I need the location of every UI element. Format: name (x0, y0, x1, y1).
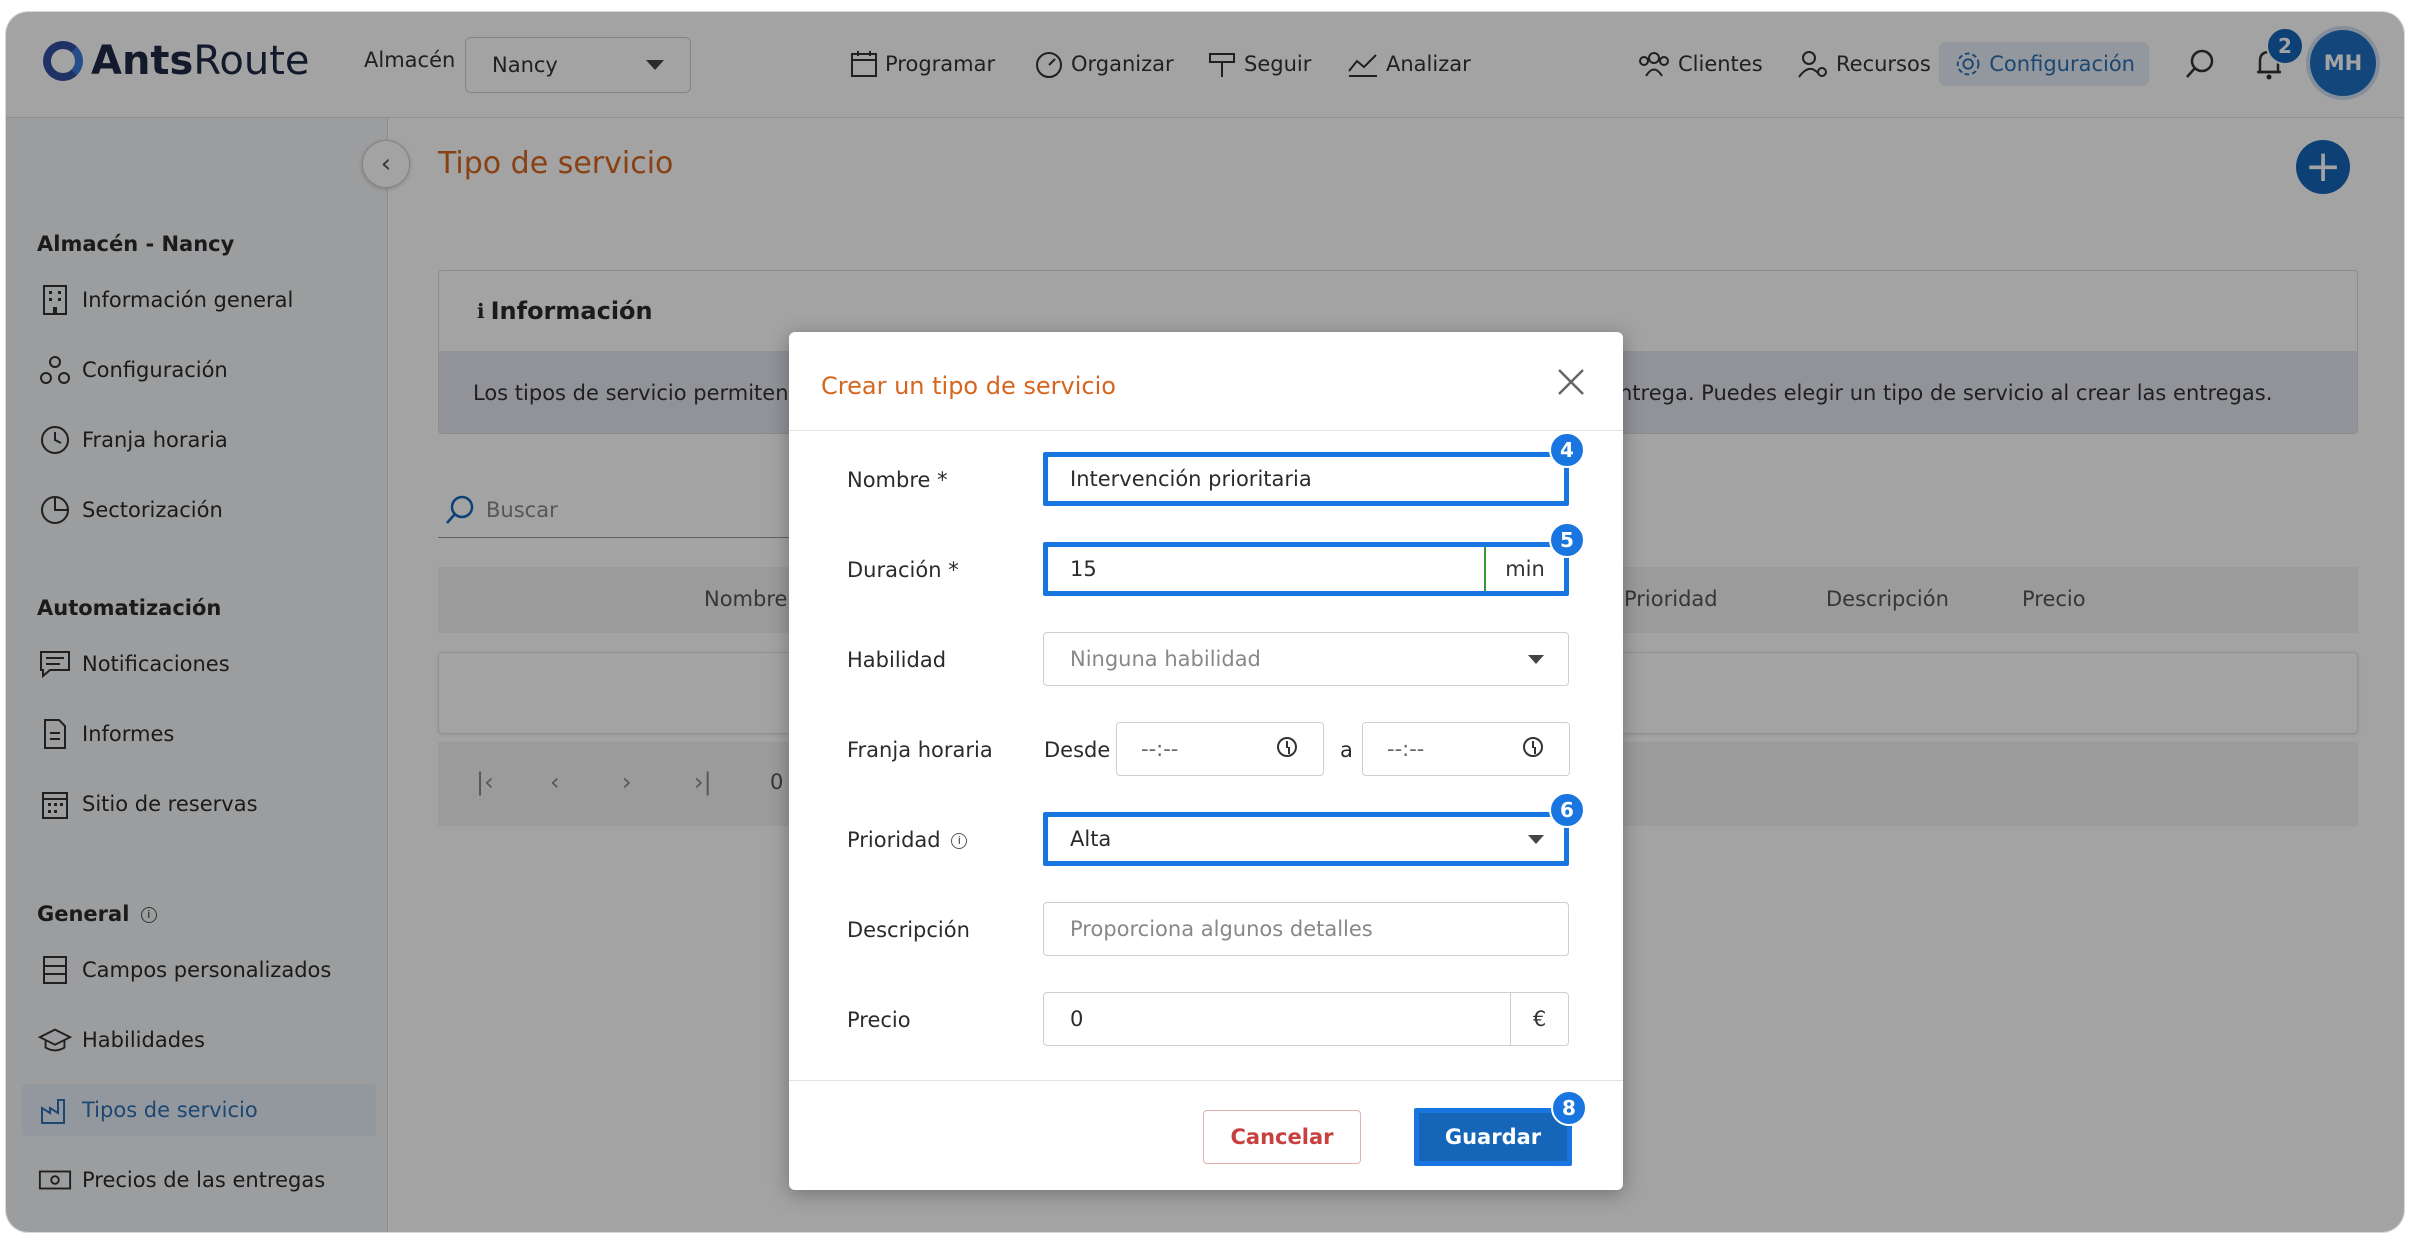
duration-label: Duración * (847, 558, 959, 582)
to-time-input[interactable]: --:-- (1362, 722, 1570, 776)
from-time-input[interactable]: --:-- (1116, 722, 1324, 776)
chevron-down-icon (1528, 835, 1544, 844)
price-label: Precio (847, 1008, 911, 1032)
app-window: Ants Route Almacén Nancy Programar Organ… (6, 12, 2404, 1232)
info-circle-icon[interactable]: i (951, 833, 968, 849)
priority-select[interactable]: Alta (1043, 812, 1569, 866)
skill-label: Habilidad (847, 648, 947, 672)
price-input[interactable]: 0 € (1043, 992, 1569, 1046)
step-badge-4: 4 (1549, 432, 1585, 468)
from-time-value: --:-- (1141, 737, 1179, 761)
step-badge-8: 8 (1551, 1090, 1587, 1126)
close-icon[interactable] (1549, 360, 1593, 404)
price-input-value: 0 (1070, 1007, 1084, 1031)
duration-unit: min (1484, 547, 1564, 591)
cancel-button[interactable]: Cancelar (1203, 1110, 1361, 1164)
skill-select[interactable]: Ninguna habilidad (1043, 632, 1569, 686)
skill-select-value: Ninguna habilidad (1070, 647, 1261, 671)
name-input[interactable]: Intervención prioritaria (1043, 452, 1569, 506)
duration-input[interactable]: 15 min (1043, 542, 1569, 596)
currency-suffix: € (1510, 993, 1568, 1045)
to-label: a (1340, 738, 1353, 762)
clock-icon (1277, 737, 1297, 757)
step-badge-6: 6 (1549, 792, 1585, 828)
description-label: Descripción (847, 918, 970, 942)
clock-icon (1523, 737, 1543, 757)
priority-label: Prioridad i (847, 828, 968, 852)
priority-label-text: Prioridad (847, 828, 941, 852)
step-badge-5: 5 (1549, 522, 1585, 558)
description-input[interactable]: Proporciona algunos detalles (1043, 902, 1569, 956)
description-placeholder: Proporciona algunos detalles (1070, 917, 1373, 941)
timeslot-label: Franja horaria (847, 738, 993, 762)
priority-select-value: Alta (1070, 827, 1112, 851)
chevron-down-icon (1528, 655, 1544, 664)
modal-title: Crear un tipo de servicio (821, 372, 1116, 400)
duration-input-value: 15 (1070, 557, 1097, 581)
name-input-value: Intervención prioritaria (1070, 467, 1312, 491)
name-label: Nombre * (847, 468, 948, 492)
from-label: Desde (1044, 738, 1111, 762)
save-button[interactable]: Guardar (1414, 1108, 1572, 1166)
modal-header-divider (789, 430, 1623, 431)
create-service-type-modal: Crear un tipo de servicio Nombre * Inter… (789, 332, 1623, 1190)
to-time-value: --:-- (1387, 737, 1425, 761)
modal-footer-divider (789, 1080, 1623, 1081)
